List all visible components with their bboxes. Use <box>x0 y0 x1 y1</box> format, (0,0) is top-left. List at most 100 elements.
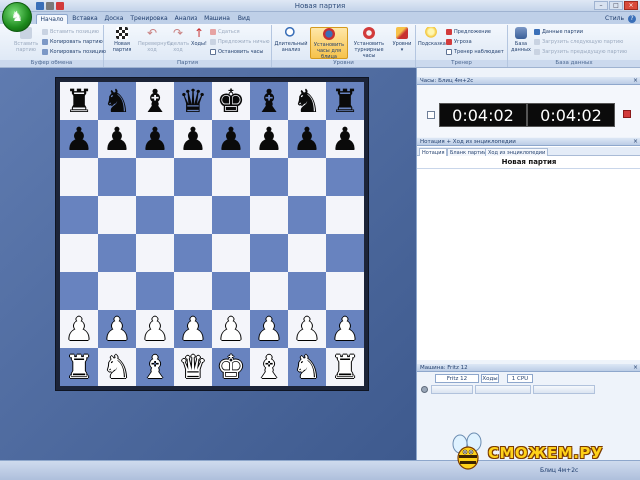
white-piece[interactable]: ♚ <box>217 348 246 386</box>
square-d6[interactable] <box>174 158 212 196</box>
square-c3[interactable] <box>136 272 174 310</box>
square-a4[interactable] <box>60 234 98 272</box>
square-f5[interactable] <box>250 196 288 234</box>
square-a6[interactable] <box>60 158 98 196</box>
white-piece[interactable]: ♞ <box>103 348 132 386</box>
square-h2[interactable]: ♟ <box>326 310 364 348</box>
square-b2[interactable]: ♟ <box>98 310 136 348</box>
square-a7[interactable]: ♟ <box>60 120 98 158</box>
white-piece[interactable]: ♟ <box>103 310 132 348</box>
suggestion-button[interactable]: Предложение <box>446 28 491 36</box>
black-piece[interactable]: ♟ <box>255 120 284 158</box>
trainer-watch-button[interactable]: Тренер наблюдает <box>446 48 504 56</box>
square-b6[interactable] <box>98 158 136 196</box>
close-icon[interactable]: × <box>633 77 638 85</box>
square-b5[interactable] <box>98 196 136 234</box>
black-piece[interactable]: ♟ <box>179 120 208 158</box>
new-game-button[interactable]: Новая партия <box>108 27 136 59</box>
load-prev-game-button[interactable]: Загрузить предыдущую партию <box>534 48 627 56</box>
black-piece[interactable]: ♛ <box>179 82 208 120</box>
square-b4[interactable] <box>98 234 136 272</box>
square-a1[interactable]: ♜ <box>60 348 98 386</box>
white-piece[interactable]: ♟ <box>331 310 360 348</box>
white-piece[interactable]: ♟ <box>65 310 94 348</box>
clock-checkbox[interactable] <box>427 111 435 119</box>
engine-moves-button[interactable]: Ходы <box>481 374 499 383</box>
tab-insert[interactable]: Вставка <box>70 14 100 24</box>
square-h1[interactable]: ♜ <box>326 348 364 386</box>
square-c1[interactable]: ♝ <box>136 348 174 386</box>
app-menu-button[interactable]: ♞ <box>2 2 32 32</box>
moves-button[interactable]: ↑ Ходы! <box>190 27 208 59</box>
stop-clocks-button[interactable]: Остановить часы <box>210 48 263 56</box>
paste-position-button[interactable]: Вставить позицию <box>42 28 99 36</box>
tab-training[interactable]: Тренировка <box>128 14 170 24</box>
make-move-button[interactable]: ↷ Сделать ход <box>166 27 190 59</box>
help-icon[interactable]: ? <box>628 15 636 23</box>
tab-scoresheet[interactable]: Бланк партии <box>447 148 490 156</box>
threat-button[interactable]: Угроза <box>446 38 472 46</box>
square-b7[interactable]: ♟ <box>98 120 136 158</box>
square-h6[interactable] <box>326 158 364 196</box>
chessboard[interactable]: ♜ ♞ ♝ ♛ ♚ ♝ ♞ ♜ ♟ ♟ ♟ ♟ ♟ ♟ ♟ ♟ ♟ ♟ ♟ ♟ ♟ ♟ ♟ ♟ ♜ ♞ ♝ ♛ ♚ ♝ ♞ ♜ <box>60 82 364 386</box>
square-f2[interactable]: ♟ <box>250 310 288 348</box>
hint-button[interactable]: Подсказка <box>418 27 446 59</box>
close-icon[interactable]: × <box>633 138 638 146</box>
square-d2[interactable]: ♟ <box>174 310 212 348</box>
square-e7[interactable]: ♟ <box>212 120 250 158</box>
black-piece[interactable]: ♟ <box>293 120 322 158</box>
square-g2[interactable]: ♟ <box>288 310 326 348</box>
square-a3[interactable] <box>60 272 98 310</box>
black-piece[interactable]: ♞ <box>103 82 132 120</box>
white-piece[interactable]: ♞ <box>293 348 322 386</box>
square-f1[interactable]: ♝ <box>250 348 288 386</box>
square-f8[interactable]: ♝ <box>250 82 288 120</box>
square-g7[interactable]: ♟ <box>288 120 326 158</box>
white-piece[interactable]: ♝ <box>255 348 284 386</box>
square-h7[interactable]: ♟ <box>326 120 364 158</box>
tab-home[interactable]: Начало <box>36 14 68 24</box>
square-g8[interactable]: ♞ <box>288 82 326 120</box>
square-f7[interactable]: ♟ <box>250 120 288 158</box>
set-tournament-clock-button[interactable]: Установить турнирные часы <box>350 27 388 59</box>
style-menu[interactable]: Стиль <box>605 15 624 22</box>
levels-dropdown-button[interactable]: Уровни ▾ <box>390 27 414 59</box>
square-e8[interactable]: ♚ <box>212 82 250 120</box>
database-button[interactable]: База данных <box>510 27 532 59</box>
square-f6[interactable] <box>250 158 288 196</box>
minimize-button[interactable]: – <box>594 1 608 10</box>
square-b8[interactable]: ♞ <box>98 82 136 120</box>
square-g5[interactable] <box>288 196 326 234</box>
square-d7[interactable]: ♟ <box>174 120 212 158</box>
tab-board[interactable]: Доска <box>102 14 126 24</box>
close-icon[interactable]: × <box>633 364 638 372</box>
copy-position-button[interactable]: Копировать позицию <box>42 48 106 56</box>
square-e4[interactable] <box>212 234 250 272</box>
black-piece[interactable]: ♝ <box>255 82 284 120</box>
white-piece[interactable]: ♜ <box>65 348 94 386</box>
tab-view[interactable]: Вид <box>234 14 254 24</box>
square-e5[interactable] <box>212 196 250 234</box>
black-piece[interactable]: ♟ <box>141 120 170 158</box>
black-piece[interactable]: ♚ <box>217 82 246 120</box>
square-h5[interactable] <box>326 196 364 234</box>
square-h4[interactable] <box>326 234 364 272</box>
tab-notation[interactable]: Нотация <box>419 148 448 156</box>
square-d8[interactable]: ♛ <box>174 82 212 120</box>
square-a2[interactable]: ♟ <box>60 310 98 348</box>
long-analysis-button[interactable]: Длительный анализ <box>274 27 308 59</box>
square-c5[interactable] <box>136 196 174 234</box>
square-e3[interactable] <box>212 272 250 310</box>
square-g6[interactable] <box>288 158 326 196</box>
maximize-button[interactable]: □ <box>609 1 623 10</box>
square-h8[interactable]: ♜ <box>326 82 364 120</box>
black-piece[interactable]: ♟ <box>331 120 360 158</box>
black-piece[interactable]: ♟ <box>217 120 246 158</box>
black-piece[interactable]: ♟ <box>65 120 94 158</box>
tab-analysis[interactable]: Анализ <box>172 14 200 24</box>
square-b3[interactable] <box>98 272 136 310</box>
tab-encyclopedia-move[interactable]: Ход из энциклопедии <box>485 148 549 156</box>
white-piece[interactable]: ♟ <box>141 310 170 348</box>
white-piece[interactable]: ♟ <box>179 310 208 348</box>
square-d5[interactable] <box>174 196 212 234</box>
